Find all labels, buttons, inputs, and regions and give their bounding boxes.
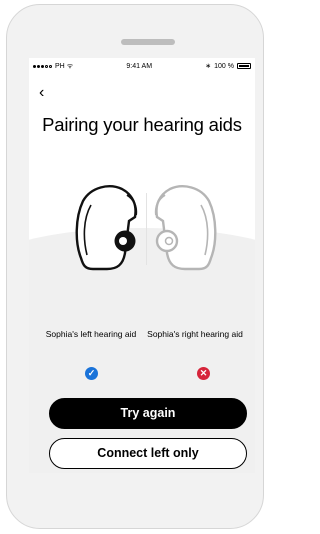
- left-hearing-aid-icon: [75, 185, 138, 271]
- battery-icon: [237, 63, 251, 69]
- carrier-label: PH: [55, 62, 65, 70]
- right-aid-label: Sophia's right hearing aid: [147, 329, 243, 339]
- right-hearing-aid-icon: [154, 185, 217, 271]
- wifi-icon: ᯤ: [66, 62, 74, 70]
- back-button[interactable]: ‹: [39, 85, 44, 101]
- divider: [146, 193, 147, 265]
- chevron-left-icon: ‹: [39, 84, 45, 101]
- phone-speaker: [121, 39, 175, 45]
- x-circle-icon: ✕: [197, 367, 210, 380]
- status-right: ∗ 100 %: [205, 62, 251, 70]
- left-aid-label: Sophia's left hearing aid: [45, 329, 137, 339]
- hearing-aids-illustration: [29, 183, 255, 273]
- check-circle-icon: ✓: [85, 367, 98, 380]
- phone-frame: PH ᯤ 9:41 AM ∗ 100 % ‹ Pairing your hear…: [6, 4, 264, 529]
- page-title: Pairing your hearing aids: [42, 114, 242, 135]
- status-time: 9:41 AM: [126, 62, 153, 70]
- status-bar: PH ᯤ 9:41 AM ∗ 100 %: [29, 58, 255, 74]
- connect-left-only-button[interactable]: Connect left only: [49, 438, 247, 469]
- signal-icon: [33, 63, 53, 70]
- app-screen: PH ᯤ 9:41 AM ∗ 100 % ‹ Pairing your hear…: [29, 58, 255, 473]
- battery-label: 100 %: [214, 62, 234, 70]
- bluetooth-icon: ∗: [205, 63, 212, 70]
- try-again-button[interactable]: Try again: [49, 398, 247, 429]
- status-left: PH ᯤ: [33, 62, 73, 71]
